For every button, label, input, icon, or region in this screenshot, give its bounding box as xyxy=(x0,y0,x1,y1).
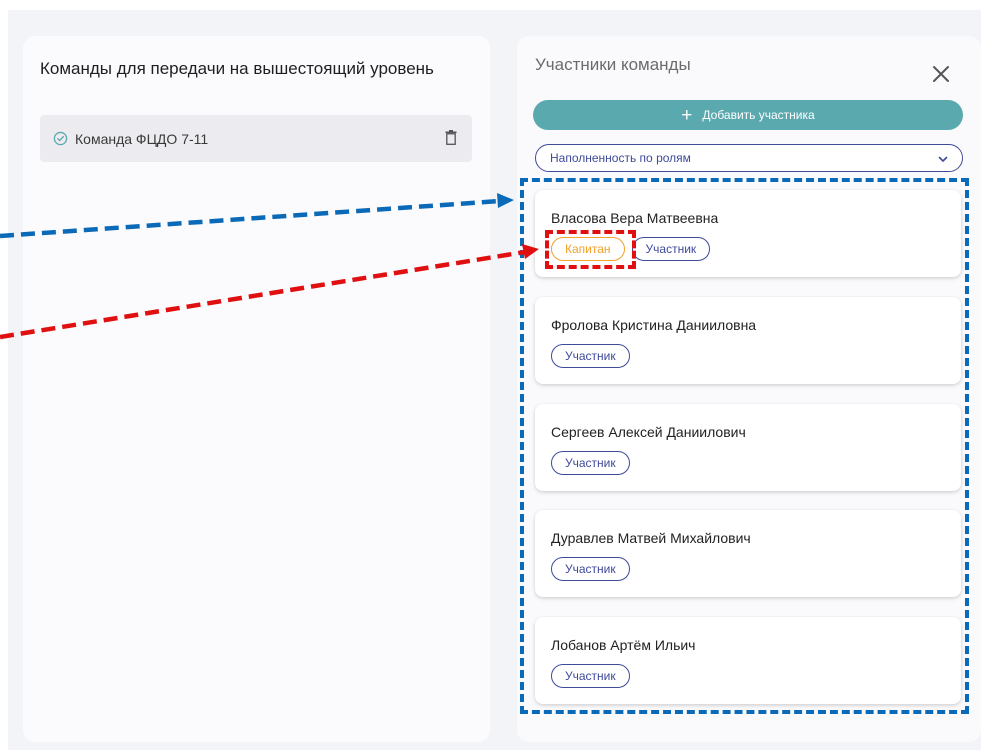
plus-icon: + xyxy=(681,104,693,126)
role-badge-captain: Капитан xyxy=(551,237,625,261)
add-member-label: Добавить участника xyxy=(702,108,815,122)
member-card[interactable]: Лобанов Артём Ильич Участник xyxy=(535,617,961,704)
role-badge-member: Участник xyxy=(551,557,630,581)
roles-select-value: Наполненность по ролям xyxy=(550,151,691,165)
check-circle-icon xyxy=(53,131,68,146)
add-member-button[interactable]: + Добавить участника xyxy=(533,100,963,130)
member-card[interactable]: Дуравлев Матвей Михайлович Участник xyxy=(535,510,961,597)
members-panel-title: Участники команды xyxy=(535,55,691,74)
member-name: Власова Вера Матвеевна xyxy=(551,210,719,226)
role-badge-member: Участник xyxy=(631,237,711,261)
teams-panel-title: Команды для передачи на вышестоящий уров… xyxy=(40,59,434,78)
team-list-item[interactable]: Команда ФЦДО 7-11 xyxy=(40,115,472,162)
team-name: Команда ФЦДО 7-11 xyxy=(75,130,209,147)
roles-fill-select[interactable]: Наполненность по ролям xyxy=(535,144,963,172)
chevron-down-icon xyxy=(938,153,948,163)
member-name: Лобанов Артём Ильич xyxy=(551,637,696,653)
trash-icon[interactable] xyxy=(445,130,457,145)
member-name: Фролова Кристина Данииловна xyxy=(551,317,757,333)
member-name: Сергеев Алексей Даниилович xyxy=(551,424,746,440)
close-icon[interactable] xyxy=(932,65,950,83)
member-card[interactable]: Власова Вера Матвеевна Капитан Участник xyxy=(535,190,961,277)
role-badge-member: Участник xyxy=(551,664,630,688)
role-badge-member: Участник xyxy=(551,344,630,368)
role-badge-member: Участник xyxy=(551,451,630,475)
member-card[interactable]: Сергеев Алексей Даниилович Участник xyxy=(535,404,961,491)
member-card[interactable]: Фролова Кристина Данииловна Участник xyxy=(535,297,961,384)
member-name: Дуравлев Матвей Михайлович xyxy=(551,530,751,546)
